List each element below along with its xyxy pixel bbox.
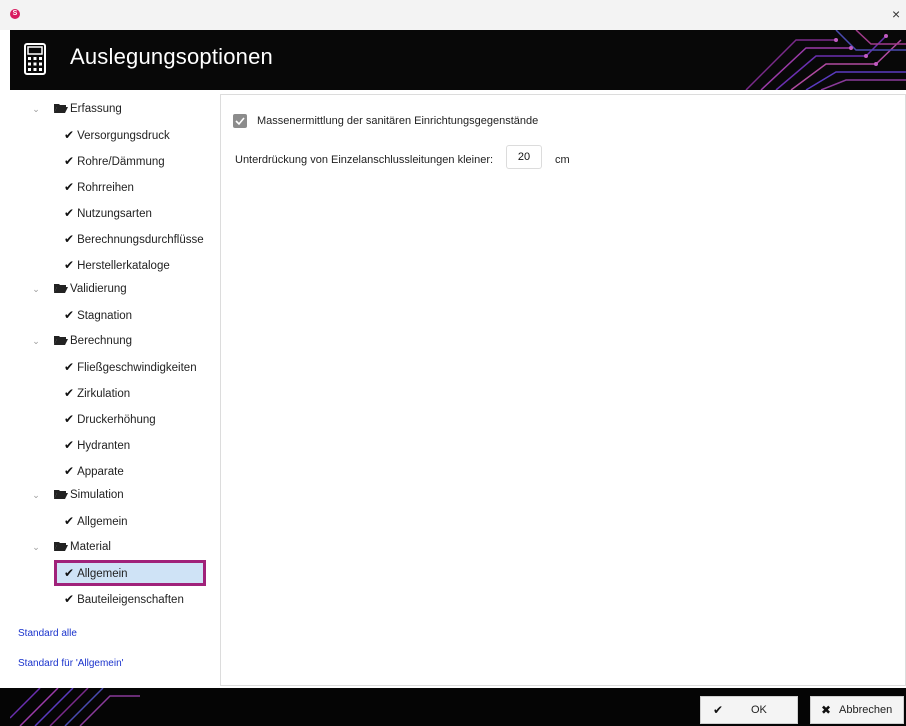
close-icon[interactable]: × bbox=[892, 4, 906, 24]
checkmark-icon: ✔ bbox=[64, 412, 75, 426]
circuit-decoration bbox=[745, 30, 906, 90]
tree-item-label: Bauteileigenschaften bbox=[77, 594, 184, 606]
checkmark-icon: ✔ bbox=[64, 206, 75, 220]
chevron-down-icon[interactable]: ⌄ bbox=[30, 484, 42, 506]
tree-item-simulation-allgemein[interactable]: ✔ Allgemein bbox=[64, 510, 128, 532]
folder-open-icon bbox=[54, 104, 68, 113]
checkmark-icon: ✔ bbox=[64, 592, 75, 606]
header-banner: Auslegungsoptionen bbox=[10, 30, 906, 90]
chevron-down-icon[interactable]: ⌄ bbox=[30, 536, 42, 558]
check-icon: ✔ bbox=[713, 703, 724, 717]
unterdrueckung-label: Unterdrückung von Einzelanschlussleitung… bbox=[235, 154, 494, 166]
tree-item-hydranten[interactable]: ✔ Hydranten bbox=[64, 434, 130, 456]
tree-item-label: Druckerhöhung bbox=[77, 414, 156, 426]
app-logo-icon: S bbox=[10, 9, 20, 19]
tree-item-label: Apparate bbox=[77, 466, 124, 478]
massenermittlung-label: Massenermittlung der sanitären Einrichtu… bbox=[257, 115, 539, 127]
tree-group-label: Erfassung bbox=[70, 103, 122, 115]
cancel-button[interactable]: ✖ Abbrechen bbox=[810, 696, 904, 724]
tree-item-label: Stagnation bbox=[77, 310, 133, 322]
cancel-label: Abbrechen bbox=[839, 704, 893, 716]
options-tree: ⌄ Erfassung ✔ Versorgungsdruck ✔ Rohre/Däm… bbox=[10, 92, 220, 686]
tree-item-label: Herstellerkataloge bbox=[77, 260, 170, 272]
tree-item-label: Zirkulation bbox=[77, 388, 131, 400]
chevron-down-icon[interactable]: ⌄ bbox=[30, 98, 42, 120]
tree-item-label: Fließgeschwindigkeiten bbox=[77, 362, 197, 374]
tree-group-label: Simulation bbox=[70, 489, 124, 501]
calculator-icon bbox=[24, 43, 46, 75]
footer-bar: ✔ OK ✖ Abbrechen bbox=[0, 688, 906, 726]
tree-item-material-allgemein[interactable]: ✔ Allgemein bbox=[64, 562, 128, 584]
ok-label: OK bbox=[751, 704, 767, 716]
tree-item-apparate[interactable]: ✔ Apparate bbox=[64, 460, 124, 482]
tree-item-rohre-daemmung[interactable]: ✔ Rohre/Dämmung bbox=[64, 150, 165, 172]
checkmark-icon bbox=[235, 117, 245, 126]
folder-open-icon bbox=[54, 542, 68, 551]
options-content-panel: Massenermittlung der sanitären Einrichtu… bbox=[220, 94, 906, 686]
checkmark-icon: ✔ bbox=[64, 128, 75, 142]
checkmark-icon: ✔ bbox=[64, 180, 75, 194]
tree-item-zirkulation[interactable]: ✔ Zirkulation bbox=[64, 382, 130, 404]
tree-item-herstellerkataloge[interactable]: ✔ Herstellerkataloge bbox=[64, 254, 170, 276]
tree-item-label: Allgemein bbox=[77, 568, 128, 580]
tree-item-bauteileigenschaften[interactable]: ✔ Bauteileigenschaften bbox=[64, 588, 184, 610]
standard-current-link[interactable]: Standard für 'Allgemein' bbox=[18, 658, 124, 669]
tree-item-druckerhoehung[interactable]: ✔ Druckerhöhung bbox=[64, 408, 156, 430]
unterdrueckung-input[interactable]: 20 bbox=[506, 145, 542, 169]
checkmark-icon: ✔ bbox=[64, 154, 75, 168]
tree-item-label: Nutzungsarten bbox=[77, 208, 152, 220]
circuit-decoration bbox=[10, 688, 140, 726]
folder-open-icon bbox=[54, 336, 68, 345]
tree-item-label: Hydranten bbox=[77, 440, 131, 452]
checkmark-icon: ✔ bbox=[64, 566, 75, 580]
checkmark-icon: ✔ bbox=[64, 464, 75, 478]
checkmark-icon: ✔ bbox=[64, 438, 75, 452]
tree-item-label: Allgemein bbox=[77, 516, 128, 528]
page-title: Auslegungsoptionen bbox=[70, 44, 273, 69]
tree-item-berechnungsdurchfluesse[interactable]: ✔ Berechnungsdurchflüsse bbox=[64, 228, 204, 250]
checkmark-icon: ✔ bbox=[64, 360, 75, 374]
window-titlebar: S × bbox=[0, 0, 906, 30]
folder-open-icon bbox=[54, 490, 68, 499]
tree-item-versorgungsdruck[interactable]: ✔ Versorgungsdruck bbox=[64, 124, 170, 146]
standard-all-link[interactable]: Standard alle bbox=[18, 628, 77, 639]
tree-item-stagnation[interactable]: ✔ Stagnation bbox=[64, 304, 132, 326]
checkmark-icon: ✔ bbox=[64, 308, 75, 322]
ok-button[interactable]: ✔ OK bbox=[700, 696, 798, 724]
checkmark-icon: ✔ bbox=[64, 386, 75, 400]
chevron-down-icon[interactable]: ⌄ bbox=[30, 278, 42, 300]
unit-label: cm bbox=[555, 154, 570, 166]
tree-group-label: Material bbox=[70, 541, 111, 553]
checkmark-icon: ✔ bbox=[64, 514, 75, 528]
checkmark-icon: ✔ bbox=[64, 258, 75, 272]
tree-item-nutzungsarten[interactable]: ✔ Nutzungsarten bbox=[64, 202, 152, 224]
tree-item-label: Rohre/Dämmung bbox=[77, 156, 165, 168]
folder-open-icon bbox=[54, 284, 68, 293]
tree-item-label: Berechnungsdurchflüsse bbox=[77, 234, 204, 246]
chevron-down-icon[interactable]: ⌄ bbox=[30, 330, 42, 352]
tree-item-label: Versorgungsdruck bbox=[77, 130, 170, 142]
tree-item-rohrreihen[interactable]: ✔ Rohrreihen bbox=[64, 176, 134, 198]
tree-item-fliessgeschwindigkeiten[interactable]: ✔ Fließgeschwindigkeiten bbox=[64, 356, 197, 378]
massenermittlung-checkbox[interactable] bbox=[233, 114, 247, 128]
tree-group-label: Validierung bbox=[70, 283, 127, 295]
checkmark-icon: ✔ bbox=[64, 232, 75, 246]
tree-group-label: Berechnung bbox=[70, 335, 133, 347]
close-icon: ✖ bbox=[821, 703, 832, 717]
tree-item-label: Rohrreihen bbox=[77, 182, 134, 194]
